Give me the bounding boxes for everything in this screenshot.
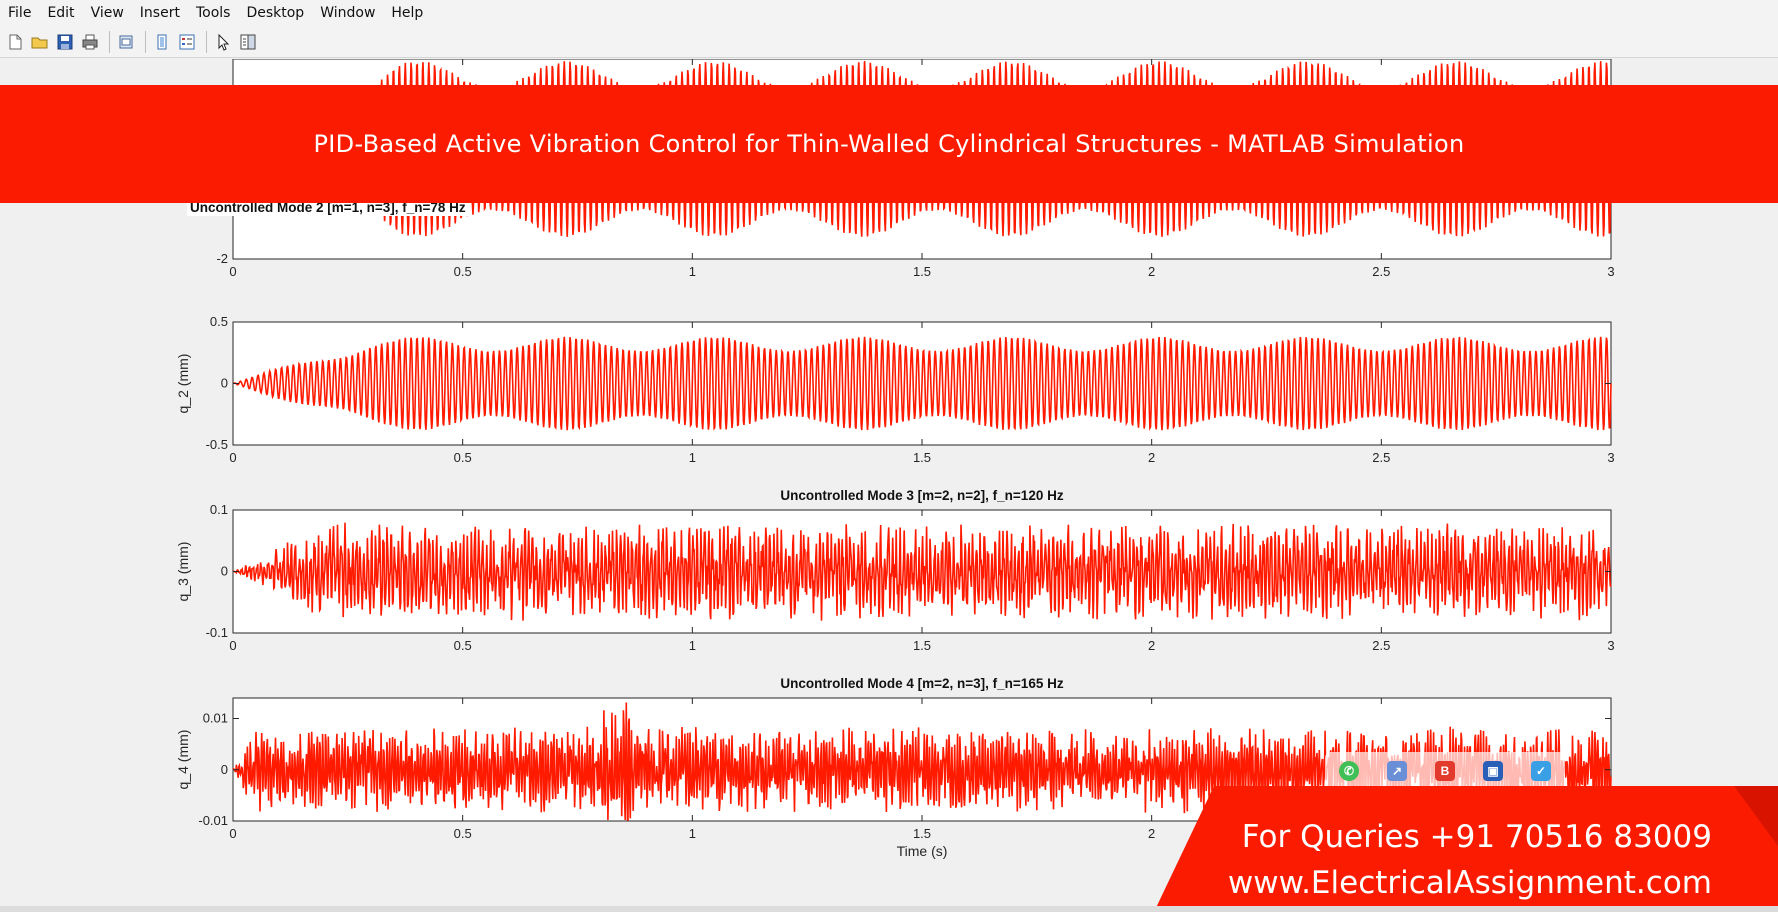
x-tick-label: 3 (1607, 450, 1614, 465)
subplot-3: 0 0.5 1 1.5 2 2.5 30.10-0.1q_3 (mm)Uncontrolle… (175, 488, 1615, 653)
y-tick-label: -0.1 (206, 625, 228, 640)
banner-title: PID-Based Active Vibration Control for T… (313, 130, 1465, 158)
x-axis-label: Time (s) (897, 843, 948, 859)
x-tick-label: 2.5 (1372, 638, 1390, 653)
x-tick-label: 1 (689, 638, 696, 653)
y-tick-label: -0.5 (206, 437, 228, 452)
y-tick-label: 0 (221, 564, 228, 579)
menu-tools[interactable]: Tools (188, 0, 239, 26)
y-tick-label: 0 (221, 376, 228, 391)
open-folder-icon[interactable] (29, 31, 51, 53)
status-strip (0, 906, 1778, 912)
share-icon[interactable]: ↗ (1387, 761, 1407, 781)
x-tick-label: 3 (1607, 638, 1614, 653)
menu-desktop[interactable]: Desktop (238, 0, 312, 26)
print-preview-icon[interactable] (115, 31, 137, 53)
contact-phone: For Queries +91 70516 83009 (1241, 819, 1712, 855)
x-tick-label: 1.5 (913, 450, 931, 465)
y-tick-label: -0.01 (198, 813, 228, 828)
share-toolbar: ✆ ↗ B ▣ ✓ (1325, 752, 1565, 790)
menu-edit[interactable]: Edit (39, 0, 82, 26)
twitter-icon[interactable]: ✓ (1531, 761, 1551, 781)
property-editor-icon[interactable] (237, 31, 259, 53)
x-tick-label: 0 (229, 264, 236, 279)
save-icon[interactable] (54, 31, 76, 53)
link-icon[interactable] (151, 31, 173, 53)
x-tick-label: 2 (1148, 638, 1155, 653)
toolbar-separator (109, 30, 110, 53)
x-tick-label: 1 (689, 450, 696, 465)
x-tick-label: 3 (1607, 264, 1614, 279)
subplot-2: 0 0.5 1 1.5 2 2.5 30.50-0.5q_2 (mm) (175, 314, 1615, 465)
new-file-icon[interactable] (4, 31, 26, 53)
pointer-icon[interactable] (212, 31, 234, 53)
x-tick-label: 2.5 (1372, 264, 1390, 279)
y-tick-label: -2 (216, 251, 228, 266)
x-tick-label: 0.5 (454, 826, 472, 841)
y-tick-label: 0.1 (210, 502, 228, 517)
toolbar-separator (145, 30, 146, 53)
x-tick-label: 2 (1148, 450, 1155, 465)
x-tick-label: 2 (1148, 264, 1155, 279)
blogger-icon[interactable]: B (1435, 761, 1455, 781)
contact-banner: For Queries +91 70516 83009 www.Electric… (1154, 786, 1778, 912)
x-tick-label: 2.5 (1372, 450, 1390, 465)
contact-text: For Queries +91 70516 83009 www.Electric… (1228, 814, 1712, 906)
y-axis-label: q_2 (mm) (175, 354, 191, 414)
x-tick-label: 0.5 (454, 450, 472, 465)
menu-help[interactable]: Help (383, 0, 431, 26)
subplot-title: Uncontrolled Mode 3 [m=2, n=2], f_n=120 … (780, 488, 1063, 503)
x-tick-label: 1.5 (913, 826, 931, 841)
toolbar-separator (206, 30, 207, 53)
x-tick-label: 1 (689, 826, 696, 841)
x-tick-label: 0.5 (454, 638, 472, 653)
subplot-title: Uncontrolled Mode 4 [m=2, n=3], f_n=165 … (780, 676, 1063, 691)
save-bookmark-icon[interactable]: ▣ (1483, 761, 1503, 781)
x-tick-label: 1.5 (913, 638, 931, 653)
y-axis-label: q_4 (mm) (175, 730, 191, 790)
x-tick-label: 0 (229, 826, 236, 841)
x-tick-label: 0 (229, 450, 236, 465)
menu-insert[interactable]: Insert (132, 0, 188, 26)
y-axis-label: q_3 (mm) (175, 542, 191, 602)
x-tick-label: 1 (689, 264, 696, 279)
x-tick-label: 1.5 (913, 264, 931, 279)
print-icon[interactable] (79, 31, 101, 53)
menu-file[interactable]: File (0, 0, 39, 26)
y-tick-label: 0 (221, 762, 228, 777)
insert-legend-icon[interactable] (176, 31, 198, 53)
menu-view[interactable]: View (83, 0, 132, 26)
x-tick-label: 0.5 (454, 264, 472, 279)
x-tick-label: 0 (229, 638, 236, 653)
figure-toolbar (0, 26, 1778, 58)
whatsapp-icon[interactable]: ✆ (1339, 761, 1359, 781)
y-tick-label: 0.01 (203, 711, 228, 726)
title-banner: PID-Based Active Vibration Control for T… (0, 85, 1778, 203)
y-tick-label: 0.5 (210, 314, 228, 329)
menu-bar: File Edit View Insert Tools Desktop Window Help (0, 0, 1778, 26)
menu-window[interactable]: Window (312, 0, 383, 26)
contact-website[interactable]: www.ElectricalAssignment.com (1228, 860, 1712, 906)
